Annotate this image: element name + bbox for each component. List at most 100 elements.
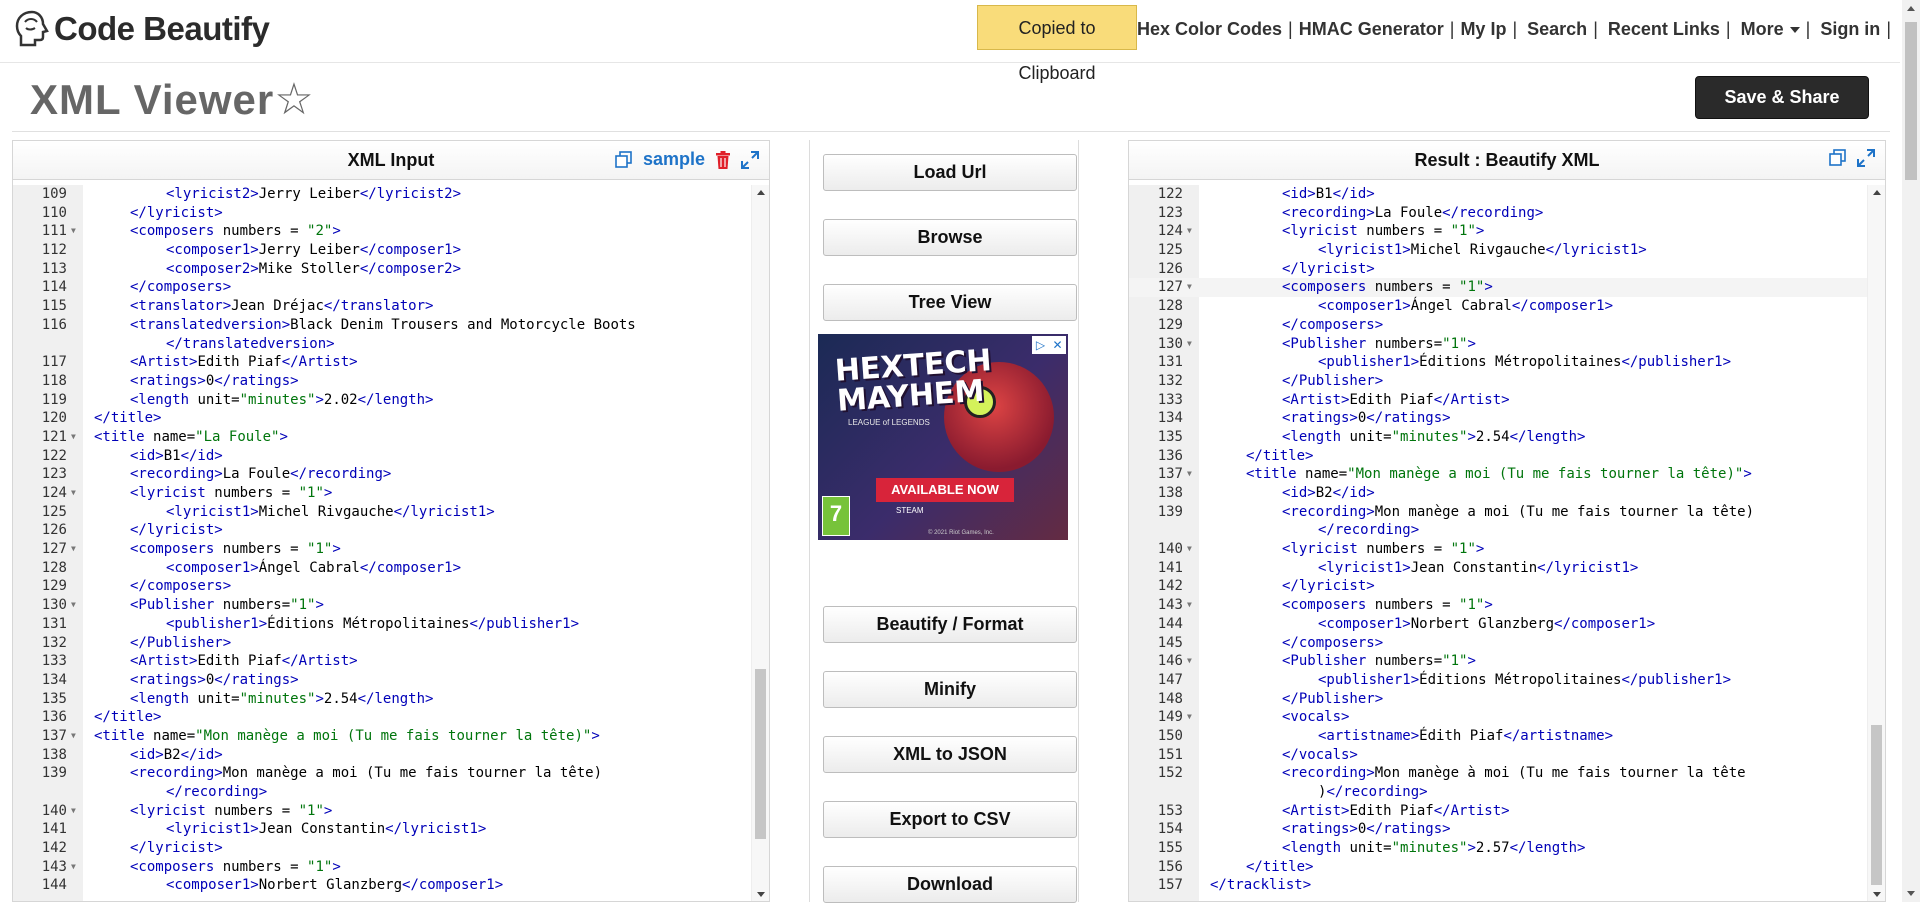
scroll-up-arrow-icon[interactable]: [1873, 190, 1881, 195]
browse-button[interactable]: Browse: [823, 219, 1077, 256]
code-line[interactable]: 157 </tracklist>: [1129, 876, 1867, 895]
code-line[interactable]: 113 <composer2>Mike Stoller</composer2>: [13, 260, 751, 279]
logo[interactable]: Code Beautify: [12, 8, 270, 50]
ad-choices[interactable]: ▷ ✕: [1032, 336, 1066, 354]
code-line[interactable]: 132 </Publisher>: [13, 634, 751, 653]
code-line[interactable]: 118 <ratings>0</ratings>: [13, 372, 751, 391]
scroll-down-arrow-icon[interactable]: [757, 892, 765, 897]
tree-view-button[interactable]: Tree View: [823, 284, 1077, 321]
scroll-up-arrow-icon[interactable]: [1907, 6, 1915, 11]
code-line[interactable]: </recording>: [1129, 521, 1867, 540]
code-line[interactable]: 122 <id>B1</id>: [1129, 185, 1867, 204]
code-line[interactable]: 125 <lyricist1>Michel Rivgauche</lyricist…: [13, 503, 751, 522]
code-line[interactable]: 144 <composer1>Norbert Glanzberg</compose…: [13, 876, 751, 895]
fold-arrow-icon[interactable]: ▼: [71, 540, 76, 559]
nav-more[interactable]: More: [1741, 19, 1800, 40]
xml-input-editor[interactable]: 109 <lyricist2>Jerry Leiber</lyricist2> 11…: [13, 185, 769, 901]
nav-hex-color-codes[interactable]: Hex Color Codes: [1137, 19, 1282, 40]
code-line[interactable]: 142 </lyricist>: [13, 839, 751, 858]
code-line[interactable]: 136 </title>: [13, 708, 751, 727]
export-csv-button[interactable]: Export to CSV: [823, 801, 1077, 838]
code-line[interactable]: 121 ▼ <title name="La Foule">: [13, 428, 751, 447]
code-line[interactable]: 140 ▼ <lyricist numbers = "1">: [1129, 540, 1867, 559]
expand-icon[interactable]: [1857, 149, 1875, 167]
code-line[interactable]: 134 <ratings>0</ratings>: [13, 671, 751, 690]
code-line[interactable]: )</recording>: [1129, 783, 1867, 802]
ad-choices-icon[interactable]: ▷: [1032, 336, 1049, 354]
copy-icon[interactable]: [615, 150, 633, 169]
code-line[interactable]: 126 </lyricist>: [13, 521, 751, 540]
code-line[interactable]: 142 </lyricist>: [1129, 577, 1867, 596]
code-line[interactable]: 125 <lyricist1>Michel Rivgauche</lyricist…: [1129, 241, 1867, 260]
sample-link[interactable]: sample: [643, 149, 705, 170]
fold-arrow-icon[interactable]: ▼: [1187, 708, 1192, 727]
code-line[interactable]: 131 <publisher1>Éditions Métropolitaines<…: [1129, 353, 1867, 372]
scroll-down-arrow-icon[interactable]: [1907, 891, 1915, 896]
code-line[interactable]: 135 <length unit="minutes">2.54</length>: [13, 690, 751, 709]
result-editor[interactable]: 122 <id>B1</id> 123 <recording>La Foule</re…: [1129, 185, 1885, 901]
code-line[interactable]: 141 <lyricist1>Jean Constantin</lyricist1…: [13, 820, 751, 839]
code-line[interactable]: 124 ▼ <lyricist numbers = "1">: [1129, 222, 1867, 241]
nav-my-ip[interactable]: My Ip: [1460, 19, 1506, 40]
code-line[interactable]: 111 ▼ <composers numbers = "2">: [13, 222, 751, 241]
code-line[interactable]: 110 </lyricist>: [13, 204, 751, 223]
code-line[interactable]: 131 <publisher1>Éditions Métropolitaines<…: [13, 615, 751, 634]
code-line[interactable]: 115 <translator>Jean Dréjac</translator>: [13, 297, 751, 316]
code-line[interactable]: 133 <Artist>Edith Piaf</Artist>: [13, 652, 751, 671]
code-line[interactable]: 134 <ratings>0</ratings>: [1129, 409, 1867, 428]
favorite-star-icon[interactable]: ☆: [274, 74, 314, 125]
fold-arrow-icon[interactable]: ▼: [71, 428, 76, 447]
code-line[interactable]: 143 ▼ <composers numbers = "1">: [1129, 596, 1867, 615]
code-line[interactable]: 129 </composers>: [13, 577, 751, 596]
fold-arrow-icon[interactable]: ▼: [1187, 596, 1192, 615]
code-line[interactable]: 137 ▼ <title name="Mon manège a moi (Tu me…: [13, 727, 751, 746]
fold-arrow-icon[interactable]: ▼: [1187, 222, 1192, 241]
code-line[interactable]: 126 </lyricist>: [1129, 260, 1867, 279]
code-line[interactable]: 149 ▼ <vocals>: [1129, 708, 1867, 727]
code-line[interactable]: 151 </vocals>: [1129, 746, 1867, 765]
code-line[interactable]: 114 </composers>: [13, 278, 751, 297]
code-line[interactable]: 154 <ratings>0</ratings>: [1129, 820, 1867, 839]
code-line[interactable]: 124 ▼ <lyricist numbers = "1">: [13, 484, 751, 503]
code-line[interactable]: 109 <lyricist2>Jerry Leiber</lyricist2>: [13, 185, 751, 204]
code-line[interactable]: 132 </Publisher>: [1129, 372, 1867, 391]
beautify-format-button[interactable]: Beautify / Format: [823, 606, 1077, 643]
code-line[interactable]: 141 <lyricist1>Jean Constantin</lyricist1…: [1129, 559, 1867, 578]
trash-icon[interactable]: [715, 150, 731, 169]
code-line[interactable]: 147 <publisher1>Éditions Métropolitaines<…: [1129, 671, 1867, 690]
scroll-up-arrow-icon[interactable]: [757, 190, 765, 195]
code-line[interactable]: 152 <recording>Mon manège à moi (Tu me fa…: [1129, 764, 1867, 783]
code-line[interactable]: 127 ▼ <composers numbers = "1">: [13, 540, 751, 559]
editor-scrollbar[interactable]: [1867, 185, 1885, 901]
code-line[interactable]: 129 </composers>: [1129, 316, 1867, 335]
fold-arrow-icon[interactable]: ▼: [1187, 540, 1192, 559]
code-line[interactable]: 156 </title>: [1129, 858, 1867, 877]
fold-arrow-icon[interactable]: ▼: [1187, 335, 1192, 354]
fold-arrow-icon[interactable]: ▼: [1187, 465, 1192, 484]
editor-scrollbar[interactable]: [751, 185, 769, 901]
nav-recent-links[interactable]: Recent Links: [1608, 19, 1720, 40]
code-line[interactable]: 139 <recording>Mon manège a moi (Tu me fa…: [13, 764, 751, 783]
code-line[interactable]: 136 </title>: [1129, 447, 1867, 466]
copy-icon[interactable]: [1829, 149, 1847, 167]
code-line[interactable]: 116 <translatedversion>Black Denim Trouse…: [13, 316, 751, 335]
code-line[interactable]: 128 <composer1>Ángel Cabral</composer1>: [13, 559, 751, 578]
code-line[interactable]: 119 <length unit="minutes">2.02</length>: [13, 391, 751, 410]
code-line[interactable]: 148 </Publisher>: [1129, 690, 1867, 709]
page-scrollbar[interactable]: [1902, 0, 1920, 902]
ad-close-icon[interactable]: ✕: [1049, 336, 1066, 354]
fold-arrow-icon[interactable]: ▼: [71, 596, 76, 615]
code-line[interactable]: 153 <Artist>Edith Piaf</Artist>: [1129, 802, 1867, 821]
scroll-down-arrow-icon[interactable]: [1873, 892, 1881, 897]
code-line[interactable]: </translatedversion>: [13, 335, 751, 354]
fold-arrow-icon[interactable]: ▼: [1187, 652, 1192, 671]
save-share-button[interactable]: Save & Share: [1695, 76, 1869, 119]
code-line[interactable]: 127 ▼ <composers numbers = "1">: [1129, 278, 1867, 298]
code-line[interactable]: 120 </title>: [13, 409, 751, 428]
xml-to-json-button[interactable]: XML to JSON: [823, 736, 1077, 773]
code-line[interactable]: 143 ▼ <composers numbers = "1">: [13, 858, 751, 877]
code-line[interactable]: 128 <composer1>Ángel Cabral</composer1>: [1129, 297, 1867, 316]
code-line[interactable]: 138 <id>B2</id>: [1129, 484, 1867, 503]
nav-sign-in[interactable]: Sign in: [1820, 19, 1880, 40]
fold-arrow-icon[interactable]: ▼: [71, 802, 76, 821]
